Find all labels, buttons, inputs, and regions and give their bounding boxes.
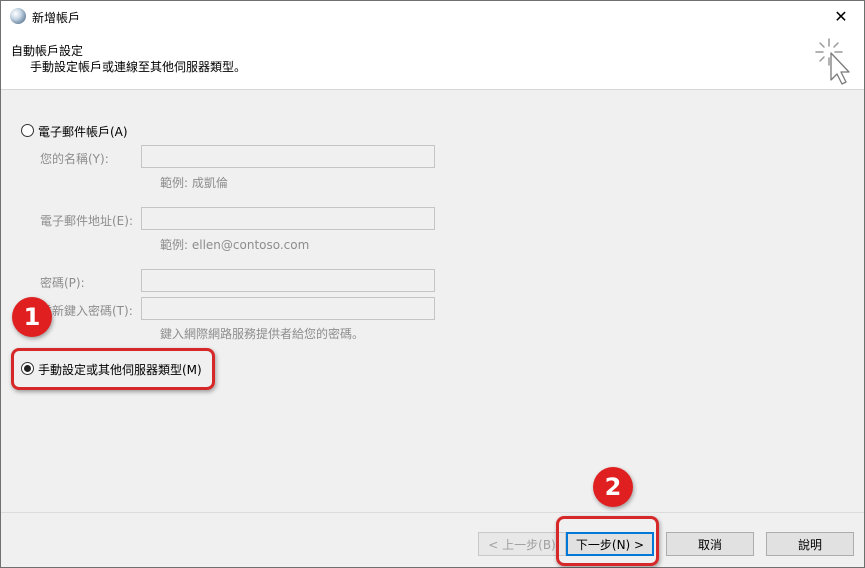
name-input[interactable] (141, 145, 435, 168)
retype-password-label: 重新鍵入密碼(T): (40, 304, 133, 318)
cancel-button[interactable]: 取消 (666, 532, 754, 556)
step-2-badge: 2 (593, 467, 633, 507)
retype-password-hint: 鍵入網際網路服務提供者給您的密碼。 (160, 327, 365, 341)
name-hint: 範例: 成凱倫 (160, 176, 228, 190)
header-title: 自動帳戶設定 (11, 44, 84, 58)
password-label: 密碼(P): (40, 276, 85, 290)
footer-divider (1, 512, 864, 513)
outlook-globe-icon (10, 8, 26, 24)
password-input[interactable] (141, 269, 435, 292)
back-button[interactable]: < 上一步(B) (478, 532, 566, 556)
email-label: 電子郵件地址(E): (40, 214, 133, 228)
email-account-radio[interactable] (21, 124, 34, 137)
title-bar: 新增帳戶 ✕ (1, 1, 864, 32)
manual-setup-highlight (11, 348, 215, 390)
email-input[interactable] (141, 207, 435, 230)
step-1-badge: 1 (12, 297, 52, 337)
window-title: 新增帳戶 (32, 11, 81, 25)
header-subtitle: 手動設定帳戶或連線至其他伺服器類型。 (30, 60, 247, 74)
close-icon: ✕ (834, 7, 848, 26)
email-account-label[interactable]: 電子郵件帳戶(A) (38, 123, 128, 140)
help-button[interactable]: 說明 (766, 532, 854, 556)
email-hint: 範例: ellen@contoso.com (160, 238, 310, 252)
dialog-header: 自動帳戶設定 手動設定帳戶或連線至其他伺服器類型。 (1, 32, 864, 90)
next-button-highlight (556, 516, 659, 566)
cursor-sparkle-icon (815, 38, 850, 85)
add-account-dialog: 新增帳戶 ✕ 自動帳戶設定 手動設定帳戶或連線至其他伺服器類型。 電子郵件帳戶(… (0, 0, 865, 568)
retype-password-input[interactable] (141, 297, 435, 320)
name-label: 您的名稱(Y): (40, 152, 109, 166)
close-button[interactable]: ✕ (818, 1, 864, 32)
